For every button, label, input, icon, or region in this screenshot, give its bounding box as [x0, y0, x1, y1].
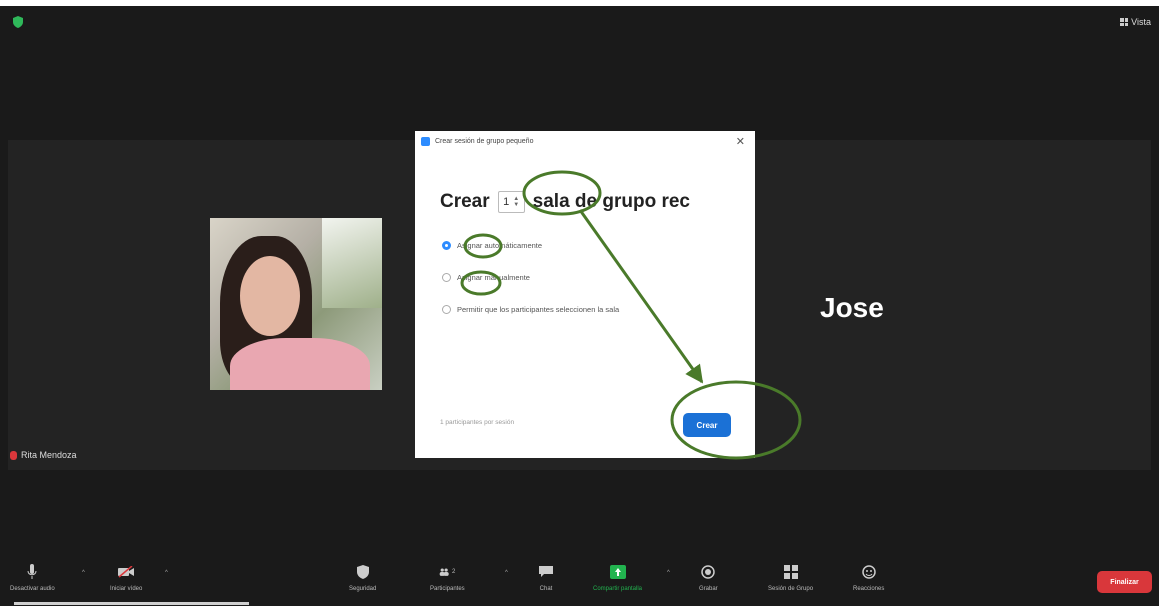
stepper-arrows-icon[interactable]: ▲ ▼ [513, 196, 519, 208]
meeting-toolbar: Desactivar audio ^ Iniciar vídeo ^ Segur… [0, 556, 1159, 606]
chat-button[interactable]: Chat [538, 564, 554, 592]
participant-photo [210, 218, 382, 390]
breakout-dialog: Crear sesión de grupo pequeño ✕ Crear 1 … [415, 131, 755, 458]
close-icon[interactable]: ✕ [736, 135, 745, 148]
participant-name-tag: Rita Mendoza [10, 450, 77, 460]
video-options-caret-icon[interactable]: ^ [165, 570, 168, 576]
view-label: Vista [1131, 17, 1151, 27]
dialog-titlebar: Crear sesión de grupo pequeño [421, 137, 533, 146]
share-screen-button[interactable]: Compartir pantalla [593, 564, 642, 592]
headline-suffix: sala de grupo rec [532, 191, 690, 212]
reactions-button[interactable]: Reacciones [853, 564, 884, 592]
share-options-caret-icon[interactable]: ^ [667, 570, 670, 576]
mute-button[interactable]: Desactivar audio [10, 564, 55, 592]
encryption-shield-icon[interactable] [13, 16, 23, 28]
dialog-title: Crear sesión de grupo pequeño [435, 138, 534, 145]
option-manual-assign[interactable]: Asignar manualmente [442, 273, 530, 282]
audio-options-caret-icon[interactable]: ^ [82, 570, 85, 576]
toolbar-label: Sesión de Grupo [768, 586, 814, 592]
toolbar-label: Iniciar vídeo [110, 586, 143, 592]
record-button[interactable]: Grabar [699, 564, 718, 592]
reactions-icon [861, 564, 877, 580]
chat-icon [538, 564, 554, 580]
room-count-value: 1 [503, 196, 510, 208]
toolbar-label: Compartir pantalla [593, 586, 643, 592]
create-button[interactable]: Crear [683, 413, 731, 437]
toolbar-label: Desactivar audio [10, 586, 55, 592]
breakout-icon [783, 564, 799, 580]
toolbar-label: Grabar [699, 586, 718, 592]
zoom-app-icon [421, 137, 430, 146]
headline-prefix: Crear [440, 191, 490, 212]
breakout-rooms-button[interactable]: Sesión de Grupo [768, 564, 813, 592]
grid-icon [1120, 18, 1129, 26]
video-off-icon [118, 564, 135, 580]
shield-icon [355, 564, 371, 580]
muted-mic-icon [10, 450, 17, 460]
participants-button[interactable]: 2 Participantes [430, 564, 465, 592]
radio-manual-assign[interactable] [442, 273, 451, 282]
record-icon [700, 564, 716, 580]
per-room-text: 1 participantes por sesión [440, 419, 515, 426]
toolbar-label: Participantes [430, 586, 465, 592]
security-button[interactable]: Seguridad [349, 564, 376, 592]
participants-count: 2 [452, 569, 456, 575]
share-screen-icon [609, 564, 626, 580]
dialog-headline: Crear 1 ▲ ▼ sala de grupo rec [440, 191, 690, 213]
toolbar-label: Reacciones [853, 586, 885, 592]
radio-self-select[interactable] [442, 305, 451, 314]
participant-name-large: Jose [820, 292, 884, 323]
option-auto-assign[interactable]: Asignar automáticamente [442, 241, 542, 250]
participants-icon: 2 [439, 564, 455, 580]
bottom-indicator [14, 602, 249, 605]
option-self-select[interactable]: Permitir que los participantes seleccion… [442, 305, 619, 314]
start-video-button[interactable]: Iniciar vídeo [110, 564, 142, 592]
option-label: Asignar automáticamente [457, 241, 543, 250]
toolbar-label: Seguridad [349, 586, 377, 592]
mic-icon [24, 564, 40, 580]
participant-name: Rita Mendoza [21, 450, 77, 460]
option-label: Permitir que los participantes seleccion… [457, 305, 620, 314]
participants-options-caret-icon[interactable]: ^ [505, 570, 508, 576]
option-label: Asignar manualmente [457, 273, 530, 282]
room-count-stepper[interactable]: 1 ▲ ▼ [497, 191, 525, 213]
radio-auto-assign[interactable] [442, 241, 451, 250]
toolbar-label: Chat [539, 586, 553, 592]
top-band [0, 0, 1159, 6]
view-button[interactable]: Vista [1120, 17, 1151, 27]
end-meeting-button[interactable]: Finalizar [1097, 571, 1152, 593]
